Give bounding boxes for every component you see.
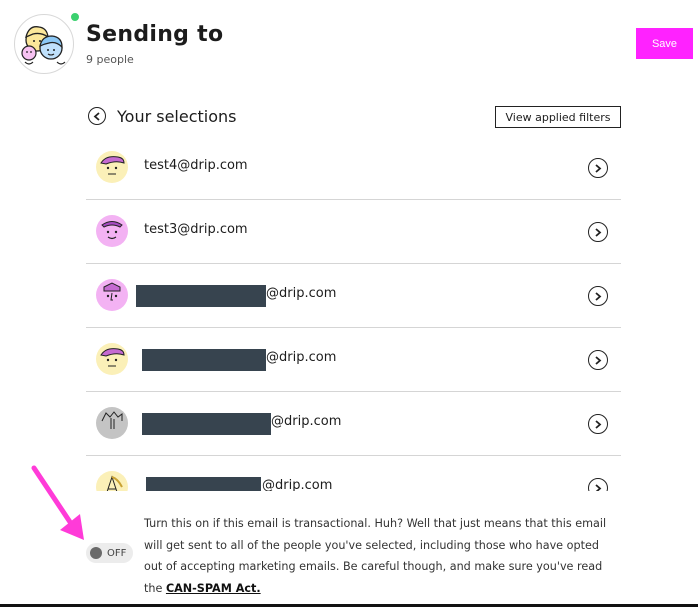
can-spam-link[interactable]: CAN-SPAM Act. <box>166 582 261 595</box>
recipient-details-button[interactable] <box>588 286 608 306</box>
recipient-details-button[interactable] <box>588 350 608 370</box>
list-item[interactable]: @drip.com <box>86 392 621 456</box>
selections-title: Your selections <box>117 107 237 126</box>
chevron-right-icon <box>595 355 602 365</box>
face-icon <box>96 215 128 247</box>
recipient-email: @drip.com <box>271 414 342 429</box>
avatar <box>96 215 128 247</box>
recipient-count: 9 people <box>86 53 134 66</box>
avatar-background <box>96 343 128 375</box>
face-icon <box>96 151 128 183</box>
view-applied-filters-button[interactable]: View applied filters <box>495 106 621 128</box>
avatar-background <box>96 471 128 491</box>
avatar-background <box>96 151 128 183</box>
list-item[interactable]: test4@drip.com <box>86 136 621 200</box>
transactional-toggle[interactable]: OFF <box>86 543 133 563</box>
online-status-dot <box>69 11 81 23</box>
recipient-details-button[interactable] <box>588 414 608 434</box>
chevron-right-icon <box>595 291 602 301</box>
face-icon <box>96 407 128 439</box>
avatar <box>96 151 128 183</box>
recipient-email: test4@drip.com <box>144 158 248 173</box>
list-item[interactable]: @drip.com <box>86 328 621 392</box>
recipient-email: @drip.com <box>266 350 337 365</box>
avatar-background <box>96 407 128 439</box>
chevron-left-icon <box>93 111 100 121</box>
recipient-details-button[interactable] <box>588 478 608 491</box>
recipient-list: test4@drip.com test3@drip.com @drip.com … <box>86 136 621 491</box>
list-item[interactable]: @drip.com <box>86 456 621 491</box>
recipient-details-button[interactable] <box>588 222 608 242</box>
list-item[interactable]: test3@drip.com <box>86 200 621 264</box>
page-title: Sending to <box>86 22 224 47</box>
avatar-background <box>96 215 128 247</box>
face-icon <box>96 471 128 491</box>
face-icon <box>96 343 128 375</box>
chevron-right-icon <box>595 419 602 429</box>
redacted-name <box>142 349 266 371</box>
recipient-email: test3@drip.com <box>144 222 248 237</box>
chevron-right-icon <box>595 163 602 173</box>
people-icon <box>21 26 66 65</box>
chevron-right-icon <box>595 227 602 237</box>
face-icon <box>96 279 128 311</box>
avatar <box>96 343 128 375</box>
back-button[interactable] <box>88 107 106 125</box>
chevron-right-icon <box>595 483 602 491</box>
save-button[interactable]: Save <box>636 28 693 59</box>
avatar <box>96 471 128 491</box>
toggle-label: OFF <box>107 547 127 559</box>
transactional-description: Turn this on if this email is transactio… <box>144 513 619 599</box>
toggle-knob <box>90 547 102 559</box>
avatar <box>96 407 128 439</box>
recipient-email: @drip.com <box>262 478 333 491</box>
redacted-name <box>142 413 271 435</box>
avatar <box>96 279 128 311</box>
redacted-name <box>146 477 261 491</box>
redacted-name <box>136 285 266 307</box>
recipient-email: @drip.com <box>266 286 337 301</box>
audience-avatar <box>14 14 74 74</box>
annotation-arrow-icon <box>31 465 84 540</box>
list-item[interactable]: @drip.com <box>86 264 621 328</box>
recipient-details-button[interactable] <box>588 158 608 178</box>
